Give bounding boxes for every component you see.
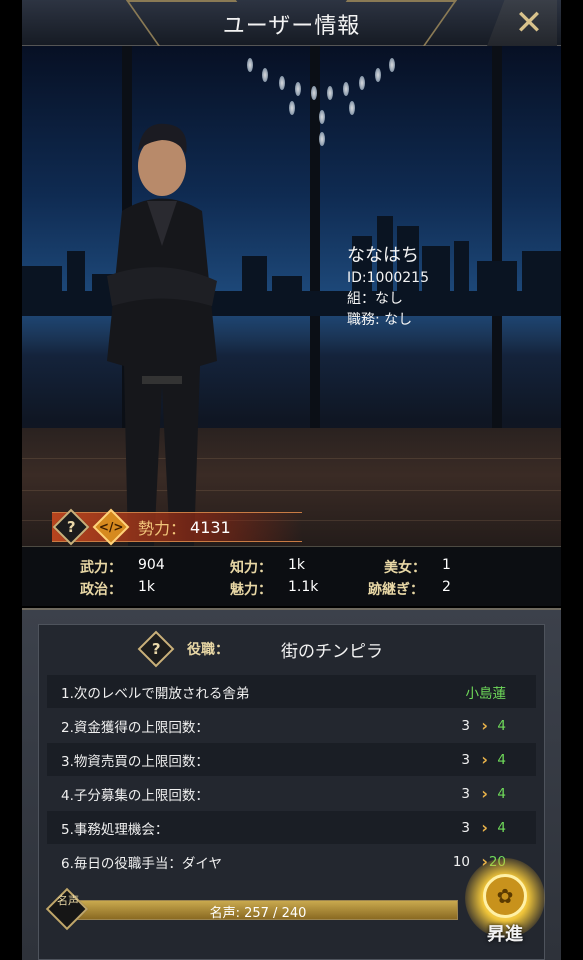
stat-intelligence: 知力： 1k: [230, 557, 306, 576]
power-value: 4131: [190, 517, 231, 537]
power-icon: </>: [92, 508, 130, 546]
role-help-button[interactable]: ?: [137, 630, 175, 668]
stat-heirs: 跡継ぎ： 2: [368, 579, 451, 598]
close-icon: ✕: [514, 3, 544, 43]
chevron-right-icon: ›: [481, 818, 488, 837]
role-label: 役職：: [187, 642, 229, 658]
page-title: ユーザー情報: [222, 14, 361, 39]
chandelier: [237, 46, 407, 146]
character-portrait: [107, 123, 217, 546]
chevron-right-icon: ›: [481, 750, 488, 769]
left-border: [0, 0, 22, 960]
fame-text: 名声: 257 / 240: [209, 906, 307, 921]
power-help-button[interactable]: ?: [52, 508, 90, 546]
perk-reward: 小島蓮: [465, 685, 507, 702]
player-name: ななはち: [347, 245, 419, 266]
perk-row: 1.次のレベルで開放される舎弟 小島蓮: [47, 675, 536, 708]
help-icon: ?: [151, 639, 161, 658]
header-bar: ユーザー情報 ✕: [22, 0, 561, 46]
rose-emblem-icon: ✿: [483, 874, 527, 918]
fame-progress-bar: 名声: 257 / 240: [58, 900, 458, 921]
chevron-right-icon: ›: [481, 784, 488, 803]
perk-row: 3.物資売買の上限回数： 3 › 4: [47, 743, 536, 776]
player-position: 職務: なし: [347, 312, 413, 328]
perk-row: 2.資金獲得の上限回数： 3 › 4: [61, 716, 506, 736]
stat-beauties: 美女： 1: [384, 557, 451, 576]
stat-charm: 魅力： 1.1k: [230, 579, 319, 598]
role-value: 街のチンピラ: [281, 641, 383, 662]
promote-label: 昇進: [487, 924, 523, 945]
chevron-right-icon: ›: [481, 716, 488, 735]
stat-politics: 政治： 1k: [80, 579, 156, 598]
right-border: [561, 0, 583, 960]
promote-button[interactable]: ✿ 昇進: [465, 858, 545, 956]
power-bar: ? </> 勢力： 4131: [52, 508, 302, 546]
stat-strength: 武力： 904: [80, 557, 165, 576]
perk-row: 5.事務処理機会： 3 › 4: [47, 811, 536, 844]
help-icon: ?: [66, 517, 76, 536]
stats-panel: 武力： 904 知力： 1k 美女： 1 政治： 1k 魅力： 1.1k 跡継ぎ： 2: [22, 546, 561, 606]
role-header: ? 役職： 街のチンピラ: [39, 625, 544, 673]
profile-info: ななはち ID:1000215 組：なし 職務: なし: [347, 244, 429, 331]
close-button[interactable]: ✕: [487, 0, 557, 46]
perk-row: 4.子分募集の上限回数： 3 › 4: [61, 784, 506, 804]
perk-row: 6.毎日の役職手当：ダイヤ 10›20: [61, 852, 506, 872]
player-group: 組：なし: [347, 291, 403, 307]
character-scene: ななはち ID:1000215 組：なし 職務: なし: [22, 46, 561, 546]
power-label: 勢力：: [138, 519, 187, 538]
fame-badge-label: 名声: [57, 894, 79, 907]
player-id: ID:1000215: [347, 270, 429, 286]
